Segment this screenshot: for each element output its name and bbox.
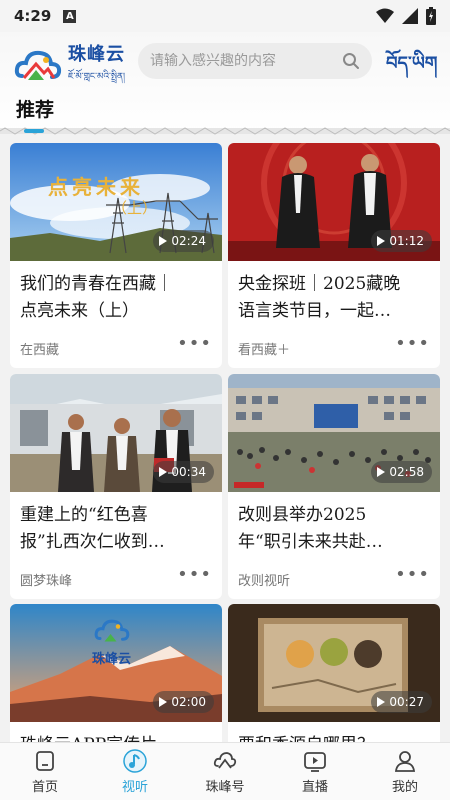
thumbnail-overlay-title: 点亮未来 [48,175,144,199]
more-options-icon[interactable]: ••• [177,333,212,354]
duration-text: 02:00 [171,695,206,709]
duration-badge: 02:58 [371,461,432,483]
tab-label: 视听 [121,780,148,795]
tab-indicator [24,129,44,133]
duration-text: 00:27 [389,695,424,709]
live-tv-icon [304,752,326,772]
tab-live[interactable]: 直播 [270,743,360,800]
video-card[interactable]: 点亮未来 （上） 02:24 我们的青春在西藏｜ 点亮未来（上） 在西藏 ••• [10,143,222,368]
duration-text: 02:24 [171,234,206,248]
app-header: 珠峰云 ཇོ་མོ་གླང་མའི་སྤྲིན། བོད་ཡིག 推荐 [0,32,450,135]
video-thumbnail[interactable]: 02:58 [228,374,440,492]
status-icons [376,7,436,25]
video-thumbnail[interactable]: 00:27 [228,604,440,722]
page-title: 推荐 [16,99,55,121]
bottom-tab-bar: 首页 视听 珠峰号 直播 我的 [0,742,450,800]
play-icon [159,697,168,707]
app-logo[interactable]: 珠峰云 ཇོ་མོ་གླང་མའི་སྤྲིན། [14,40,125,92]
tab-label: 直播 [301,780,328,795]
duration-text: 00:34 [171,465,206,479]
zhufeng-cloud-logo-icon [94,619,130,642]
duration-badge: 00:27 [371,691,432,713]
card-source[interactable]: 在西藏 [20,339,59,358]
card-title[interactable]: 我们的青春在西藏｜ 点亮未来（上） [20,271,214,325]
logo-tibetan-text: ཇོ་མོ་གླང་མའི་སྤྲིན། [68,72,125,82]
card-title-line: 我们的青春在西藏｜ [20,274,173,294]
card-title-line: 改则县举办2025 [238,505,367,525]
more-options-icon[interactable]: ••• [395,564,430,585]
cloud-logo-icon [213,752,237,769]
tab-audiovisual[interactable]: 视听 [90,743,180,800]
tab-mine[interactable]: 我的 [360,743,450,800]
video-thumbnail[interactable]: 点亮未来 （上） 02:24 [10,143,222,261]
status-bar: 4:29 A [0,0,450,32]
language-switch-button[interactable]: བོད་ཡིག [386,44,437,94]
play-icon [377,236,386,246]
duration-badge: 02:00 [153,691,214,713]
card-source[interactable]: 看西藏＋ [238,339,290,358]
video-card[interactable]: 01:12 央金探班｜2025藏晚 语言类节目，一起… 看西藏＋ ••• [228,143,440,368]
notification-badge: A [63,9,77,23]
card-title-line: 年“职引未来共赴… [238,532,383,552]
thumbnail-overlay-title: 珠峰云 [92,652,132,667]
more-options-icon[interactable]: ••• [395,333,430,354]
status-time: 4:29 [14,7,52,25]
card-title-line: 央金探班｜2025藏晚 [238,274,401,294]
duration-badge: 00:34 [153,461,214,483]
decorative-border [0,127,450,135]
music-note-icon [123,749,147,773]
tab-zhufeng-account[interactable]: 珠峰号 [180,743,270,800]
more-options-icon[interactable]: ••• [177,564,212,585]
card-title-line: 重建上的“红色喜 [20,505,148,525]
duration-badge: 01:12 [371,230,432,252]
video-card[interactable]: 02:58 改则县举办2025 年“职引未来共赴… 改则视听 ••• [228,374,440,599]
duration-text: 02:58 [389,465,424,479]
card-title[interactable]: 重建上的“红色喜 报”扎西次仁收到… [20,502,214,556]
tab-label: 珠峰号 [205,780,245,795]
search-icon[interactable] [342,52,360,70]
search-bar[interactable] [138,43,372,79]
video-thumbnail[interactable]: 01:12 [228,143,440,261]
duration-text: 01:12 [389,234,424,248]
card-title[interactable]: 改则县举办2025 年“职引未来共赴… [238,502,432,556]
search-input[interactable] [150,53,330,69]
tab-home[interactable]: 首页 [0,743,90,800]
tab-label: 首页 [31,780,58,795]
battery-icon [426,7,436,25]
wifi-icon [376,8,394,23]
play-icon [159,467,168,477]
signal-icon [402,8,418,24]
profile-icon [394,751,416,772]
zhufeng-cloud-logo-icon [14,50,62,80]
logo-chinese-text: 珠峰云 [68,44,125,65]
card-title-line: 点亮未来（上） [20,301,139,321]
thumbnail-overlay-subtitle: （上） [112,199,158,217]
play-icon [159,236,168,246]
home-icon [36,751,54,771]
card-source[interactable]: 圆梦珠峰 [20,570,72,589]
video-thumbnail[interactable]: 00:34 [10,374,222,492]
video-thumbnail[interactable]: 珠峰云 02:00 [10,604,222,722]
card-title-line: 报”扎西次仁收到… [20,532,165,552]
play-icon [377,467,386,477]
tab-label: 我的 [391,780,418,795]
play-icon [377,697,386,707]
video-card[interactable]: 00:34 重建上的“红色喜 报”扎西次仁收到… 圆梦珠峰 ••• [10,374,222,599]
card-title[interactable]: 央金探班｜2025藏晚 语言类节目，一起… [238,271,432,325]
duration-badge: 02:24 [153,230,214,252]
card-title-line: 语言类节目，一起… [238,301,391,321]
card-source[interactable]: 改则视听 [238,570,290,589]
